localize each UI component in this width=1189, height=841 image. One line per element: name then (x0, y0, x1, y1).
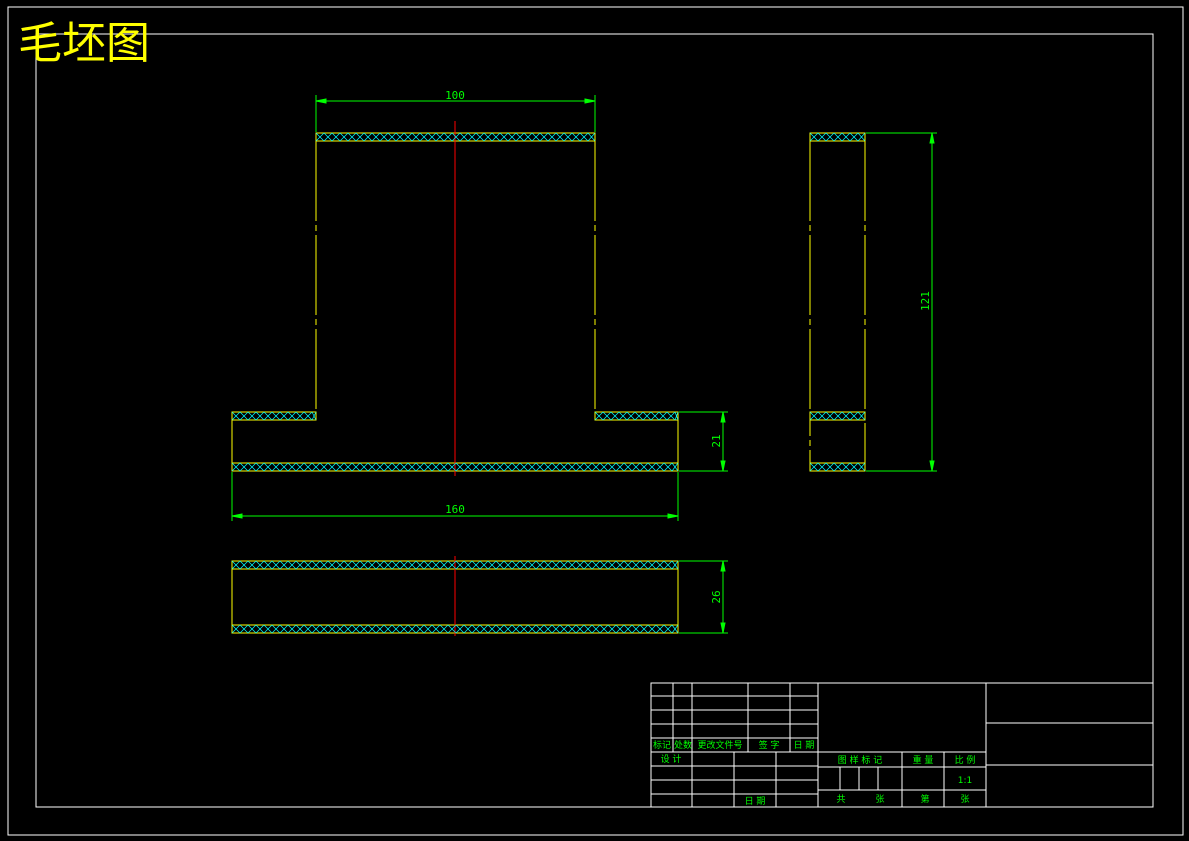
drawing-title: 毛坯图 (18, 18, 150, 69)
dim-top-width-label: 100 (445, 89, 465, 102)
tb-design: 设 计 (661, 753, 682, 765)
dim-base-height-label: 21 (710, 434, 723, 447)
blank-drawing: 毛坯图 100 160 21 121 26 标记 处数 更改文件号 签 字 日 … (7, 6, 1184, 836)
dimensions (231, 95, 937, 634)
tb-review-date: 日 期 (745, 796, 766, 807)
dim-bottom-height-label: 26 (710, 590, 723, 603)
tb-mark: 标记 (653, 739, 671, 751)
tb-signature: 签 字 (759, 739, 780, 751)
tb-count: 处数 (674, 739, 692, 751)
tb-scale-label: 比 例 (955, 754, 976, 766)
title-block-labels: 标记 处数 更改文件号 签 字 日 期 设 计 日 期 图 样 标 记 重 量 … (653, 739, 975, 807)
hatch-patterns (231, 132, 866, 634)
tb-weight: 重 量 (913, 754, 934, 766)
tb-sheet-no: 第 (920, 793, 929, 805)
dim-base-width-label: 160 (445, 503, 465, 516)
tb-change-doc: 更改文件号 (697, 739, 742, 751)
tb-scale-value: 1:1 (958, 776, 972, 786)
side-view (809, 132, 866, 472)
tb-total: 共 (836, 794, 845, 805)
tb-sheets: 张 (875, 794, 884, 805)
front-left-shoulder (231, 411, 317, 421)
tb-stage-mark: 图 样 标 记 (838, 754, 883, 766)
dim-side-height-label: 121 (919, 291, 932, 311)
tb-date: 日 期 (794, 740, 815, 751)
tb-sheet-unit: 张 (960, 794, 969, 805)
